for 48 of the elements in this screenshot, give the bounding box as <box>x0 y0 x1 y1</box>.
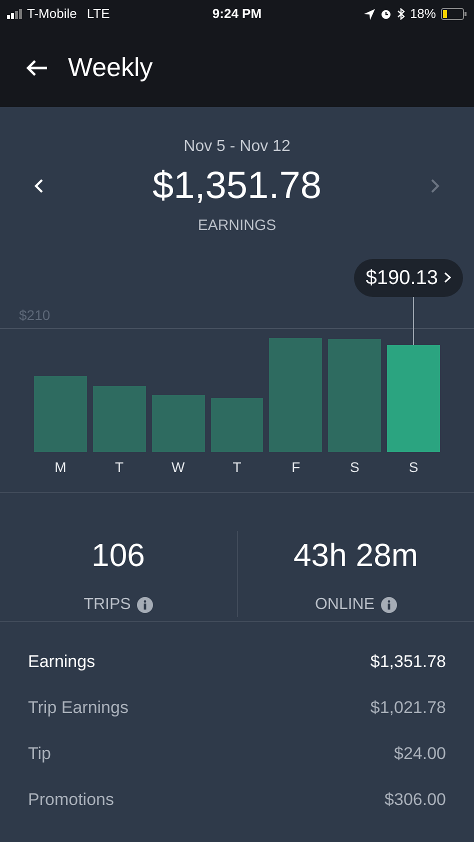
day-bar[interactable] <box>328 338 382 452</box>
day-label: T <box>232 458 242 476</box>
day-bar[interactable] <box>34 376 87 452</box>
day-label: S <box>408 458 418 476</box>
day-label: S <box>350 458 360 476</box>
breakdown-label: Earnings <box>28 650 96 673</box>
next-week-chevron-icon[interactable] <box>430 178 440 194</box>
breakdown-amount: $306.00 <box>384 788 446 811</box>
location-arrow-icon <box>364 8 375 20</box>
network-type: LTE <box>86 5 110 24</box>
stat-label: TRIPS <box>84 594 131 614</box>
tooltip-value: $190.13 <box>366 266 438 290</box>
previous-week-chevron-icon[interactable] <box>34 178 44 194</box>
clock-time: 9:24 PM <box>212 5 262 24</box>
breakdown-amount: $1,021.78 <box>370 696 446 719</box>
alarm-clock-icon <box>380 8 392 20</box>
day-bar[interactable] <box>269 338 322 452</box>
breakdown-amount: $1,351.78 <box>370 650 446 673</box>
breakdown-label: Tip <box>28 742 51 765</box>
breakdown-label: Trip Earnings <box>28 696 128 719</box>
day-label: F <box>292 458 300 476</box>
day-bar[interactable] <box>92 386 146 452</box>
earnings-amount: $1,351.78 <box>152 164 322 209</box>
back-arrow-icon[interactable] <box>26 58 48 76</box>
day-label: T <box>115 458 124 476</box>
stat-label: ONLINE <box>314 594 375 614</box>
battery-percent: 18% <box>410 5 436 24</box>
signal-icon <box>7 9 23 19</box>
day-label: M <box>54 458 66 476</box>
leader-line <box>413 296 414 344</box>
day-label: W <box>172 458 185 476</box>
battery-icon <box>440 8 467 20</box>
stat-value: 43h 28m <box>293 536 418 574</box>
day-bar[interactable] <box>210 398 264 452</box>
carrier-name: T-Mobile <box>27 5 77 24</box>
chevron-icon <box>444 272 452 283</box>
info-icon[interactable] <box>380 596 397 612</box>
date-range: Nov 5 - Nov 12 <box>184 137 290 157</box>
day-bar[interactable] <box>152 394 205 452</box>
bluetooth-icon <box>396 8 405 20</box>
page-title: Weekly <box>68 51 153 84</box>
day-bar[interactable] <box>387 344 440 452</box>
info-icon[interactable] <box>136 596 153 612</box>
breakdown-amount: $24.00 <box>394 742 446 765</box>
earnings-label: EARNINGS <box>198 216 276 236</box>
breakdown-label: Promotions <box>28 788 114 811</box>
stat-value: 106 <box>92 536 145 574</box>
value-tooltip[interactable]: $190.13 <box>354 258 464 296</box>
